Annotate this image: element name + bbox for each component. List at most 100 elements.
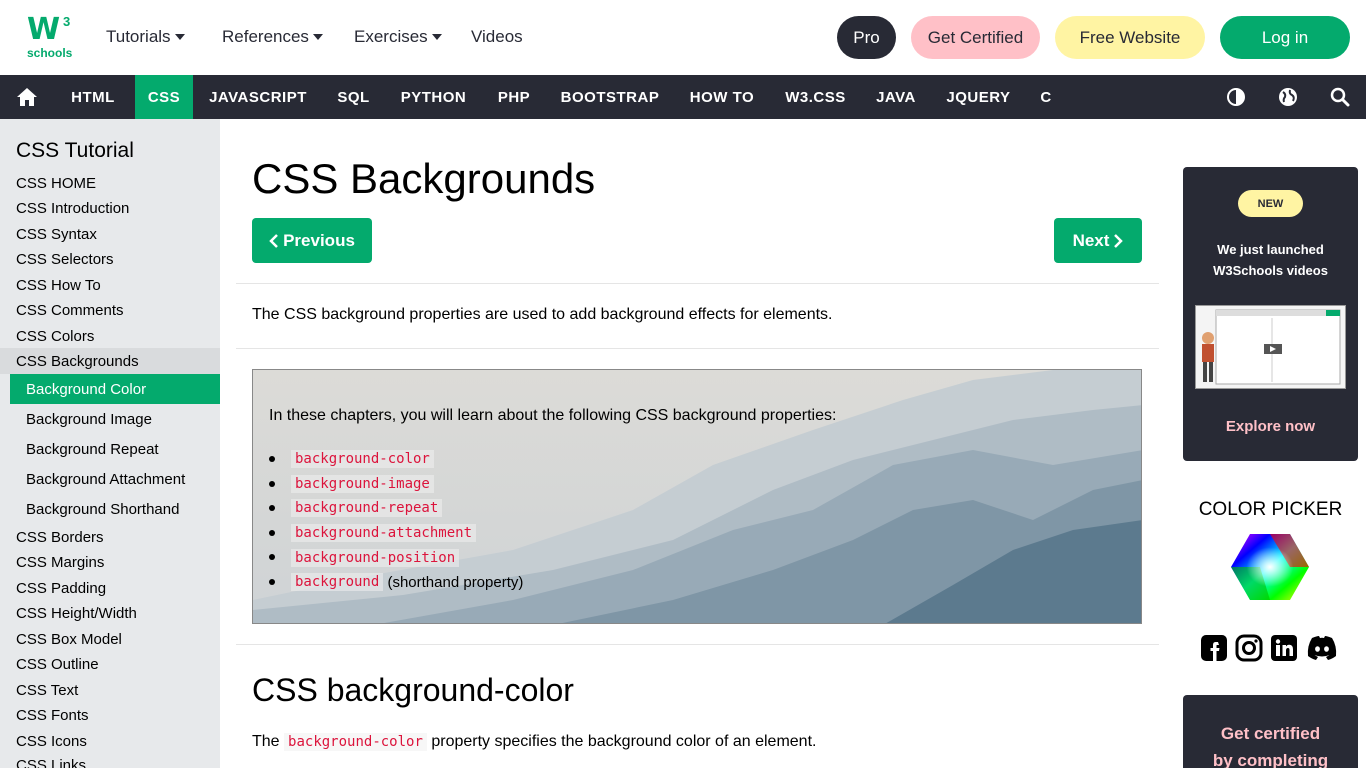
- sidebar-item-css-selectors[interactable]: CSS Selectors: [16, 251, 114, 268]
- sidebar-item-css-margins[interactable]: CSS Margins: [16, 554, 104, 571]
- nav-html[interactable]: HTML: [53, 75, 133, 119]
- sidebar-item-css-introduction[interactable]: CSS Introduction: [16, 200, 129, 217]
- nav-w3css[interactable]: W3.CSS: [771, 75, 860, 119]
- sidebar-subitem-background-color[interactable]: Background Color: [10, 374, 220, 404]
- linkedin-icon: [1271, 635, 1297, 661]
- sidebar-subitem-background-shorthand[interactable]: Background Shorthand: [10, 494, 220, 524]
- sidebar-item-css-colors[interactable]: CSS Colors: [16, 328, 94, 345]
- sidebar-item-css-home[interactable]: CSS HOME: [16, 175, 96, 192]
- w3schools-logo[interactable]: W 3 schools: [27, 12, 77, 61]
- pro-button[interactable]: Pro: [837, 16, 896, 59]
- intro-text: The CSS background properties are used t…: [252, 306, 833, 323]
- video-preview-image: [1195, 305, 1346, 389]
- right-column: NEW We just launched W3Schools videos Ex…: [1175, 119, 1366, 768]
- page-title: CSS Backgrounds: [252, 155, 596, 202]
- sidebar-heading: CSS Tutorial: [16, 139, 134, 162]
- linkedin-link[interactable]: [1270, 634, 1298, 662]
- nav-python[interactable]: PYTHON: [386, 75, 481, 119]
- list-item: background-repeat: [268, 496, 523, 521]
- certification-promo-text: Get certified by completing: [1183, 720, 1358, 768]
- sidebar: CSS Tutorial CSS HOME CSS Introduction C…: [0, 119, 220, 768]
- search-icon: [1330, 87, 1350, 107]
- sidebar-item-css-height-width[interactable]: CSS Height/Width: [16, 605, 137, 622]
- nav-references[interactable]: References: [222, 27, 323, 47]
- sidebar-item-css-fonts[interactable]: CSS Fonts: [16, 707, 89, 724]
- nav-exercises[interactable]: Exercises: [354, 27, 442, 47]
- color-hexagon-icon: [1231, 534, 1309, 600]
- certification-promo-card[interactable]: Get certified by completing: [1183, 695, 1358, 768]
- logo-w: W: [27, 12, 60, 47]
- sidebar-item-css-box-model[interactable]: CSS Box Model: [16, 631, 122, 648]
- code-snippet: background-position: [291, 548, 460, 567]
- sidebar-item-css-howto[interactable]: CSS How To: [16, 277, 101, 294]
- list-item: background-position: [268, 545, 523, 570]
- nav-jquery[interactable]: JQUERY: [932, 75, 1025, 119]
- sidebar-item-css-syntax[interactable]: CSS Syntax: [16, 226, 97, 243]
- nav-videos-label: Videos: [471, 27, 523, 46]
- facebook-icon: [1201, 635, 1227, 661]
- code-snippet: background-image: [291, 474, 434, 493]
- list-item: background-image: [268, 472, 523, 497]
- properties-list: background-color background-image backgr…: [268, 447, 524, 595]
- sidebar-item-css-comments[interactable]: CSS Comments: [16, 302, 124, 319]
- divider: [236, 348, 1159, 349]
- box-lead-text: In these chapters, you will learn about …: [269, 407, 837, 424]
- login-button[interactable]: Log in: [1220, 16, 1350, 59]
- search-button[interactable]: [1320, 75, 1360, 119]
- chevron-right-icon: [1114, 233, 1124, 248]
- sidebar-item-css-icons[interactable]: CSS Icons: [16, 733, 87, 750]
- translate-button[interactable]: [1268, 75, 1308, 119]
- sidebar-item-css-links[interactable]: CSS Links: [16, 757, 86, 768]
- nav-sql[interactable]: SQL: [322, 75, 385, 119]
- instagram-link[interactable]: [1235, 634, 1263, 662]
- sidebar-subitem-background-repeat[interactable]: Background Repeat: [10, 434, 220, 464]
- promo2-line: Get certified: [1220, 724, 1321, 743]
- nav-tutorials[interactable]: Tutorials: [106, 27, 185, 47]
- nav-tutorials-label: Tutorials: [106, 27, 171, 46]
- nav-bootstrap[interactable]: BOOTSTRAP: [547, 75, 673, 119]
- color-picker-widget[interactable]: [1230, 532, 1310, 602]
- para-text-after: property specifies the background color …: [431, 733, 817, 750]
- promo-line: W3Schools videos: [1213, 263, 1328, 278]
- nav-css[interactable]: CSS: [135, 75, 193, 119]
- section-heading: CSS background-color: [252, 672, 574, 708]
- caret-down-icon: [431, 34, 442, 40]
- nav-java[interactable]: JAVA: [861, 75, 931, 119]
- promo-line: We just launched: [1217, 242, 1324, 257]
- get-certified-button[interactable]: Get Certified: [911, 16, 1040, 59]
- nav-exercises-label: Exercises: [354, 27, 428, 46]
- promo2-line: by completing: [1212, 751, 1329, 768]
- previous-button[interactable]: Previous: [252, 218, 372, 263]
- explore-now-link[interactable]: Explore now: [1183, 418, 1358, 435]
- nav-references-label: References: [222, 27, 309, 46]
- nav-c[interactable]: C: [1026, 75, 1066, 119]
- nav-javascript[interactable]: JAVASCRIPT: [195, 75, 321, 119]
- nav-videos[interactable]: Videos: [471, 27, 523, 47]
- sidebar-subitem-background-attachment[interactable]: Background Attachment: [10, 464, 220, 494]
- shorthand-note: (shorthand property): [387, 573, 524, 591]
- free-website-button[interactable]: Free Website: [1055, 16, 1205, 59]
- nav-php[interactable]: PHP: [482, 75, 546, 119]
- videos-promo-card[interactable]: NEW We just launched W3Schools videos Ex…: [1183, 167, 1358, 461]
- color-picker-title: COLOR PICKER: [1198, 499, 1343, 520]
- discord-icon: [1307, 636, 1337, 660]
- sidebar-item-css-outline[interactable]: CSS Outline: [16, 656, 99, 673]
- sidebar-item-css-text[interactable]: CSS Text: [16, 682, 78, 699]
- theme-toggle-button[interactable]: [1216, 75, 1256, 119]
- sidebar-item-css-padding[interactable]: CSS Padding: [16, 580, 106, 597]
- language-nav: HTML CSS JAVASCRIPT SQL PYTHON PHP BOOTS…: [0, 75, 1366, 119]
- chevron-left-icon: [269, 233, 278, 248]
- logo-superscript: 3: [63, 14, 71, 29]
- background-example-box: In these chapters, you will learn about …: [252, 369, 1142, 624]
- para-text-before: The: [252, 733, 280, 750]
- home-button[interactable]: [0, 75, 53, 119]
- facebook-link[interactable]: [1200, 634, 1228, 662]
- sidebar-subitem-background-image[interactable]: Background Image: [10, 404, 220, 434]
- main-content: CSS Backgrounds Previous Next The CSS ba…: [220, 119, 1175, 768]
- nav-howto[interactable]: HOW TO: [674, 75, 770, 119]
- contrast-icon: [1227, 88, 1245, 106]
- discord-link[interactable]: [1305, 634, 1339, 662]
- sidebar-item-css-backgrounds[interactable]: CSS Backgrounds: [16, 353, 139, 370]
- sidebar-item-css-borders[interactable]: CSS Borders: [16, 529, 104, 546]
- next-button[interactable]: Next: [1054, 218, 1142, 263]
